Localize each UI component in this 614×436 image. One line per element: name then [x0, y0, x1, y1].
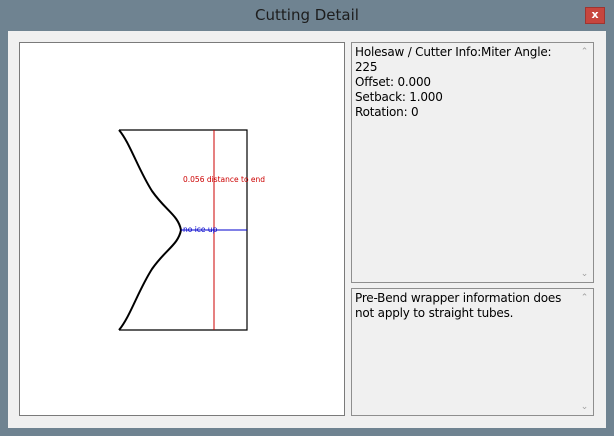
info-scrollbar[interactable]: ⌃ ⌄	[576, 43, 593, 282]
cut-profile-drawing: 0.056 distance to end no ice up	[19, 42, 345, 416]
cut-profile-svg: 0.056 distance to end no ice up	[118, 129, 265, 331]
distance-label: 0.056 distance to end	[183, 175, 265, 184]
wrapper-info-text: Pre-Bend wrapper information does not ap…	[355, 291, 565, 320]
scroll-down-arrow-icon[interactable]: ⌄	[576, 398, 593, 415]
marker-label: no ice up	[183, 225, 218, 234]
close-button[interactable]: x	[585, 7, 605, 24]
window-title: Cutting Detail	[255, 6, 359, 24]
wrapper-scrollbar[interactable]: ⌃ ⌄	[576, 289, 593, 415]
title-bar[interactable]: Cutting Detail x	[0, 0, 614, 30]
cutter-info-textbox[interactable]: Holesaw / Cutter Info:Miter Angle: 225 O…	[351, 42, 594, 283]
cope-curve	[118, 129, 183, 331]
scroll-up-arrow-icon[interactable]: ⌃	[576, 289, 593, 306]
cutter-info-text: Holesaw / Cutter Info:Miter Angle: 225 O…	[355, 45, 552, 119]
wrapper-info-textbox[interactable]: Pre-Bend wrapper information does not ap…	[351, 288, 594, 416]
scroll-down-arrow-icon[interactable]: ⌄	[576, 265, 593, 282]
scroll-up-arrow-icon[interactable]: ⌃	[576, 43, 593, 60]
